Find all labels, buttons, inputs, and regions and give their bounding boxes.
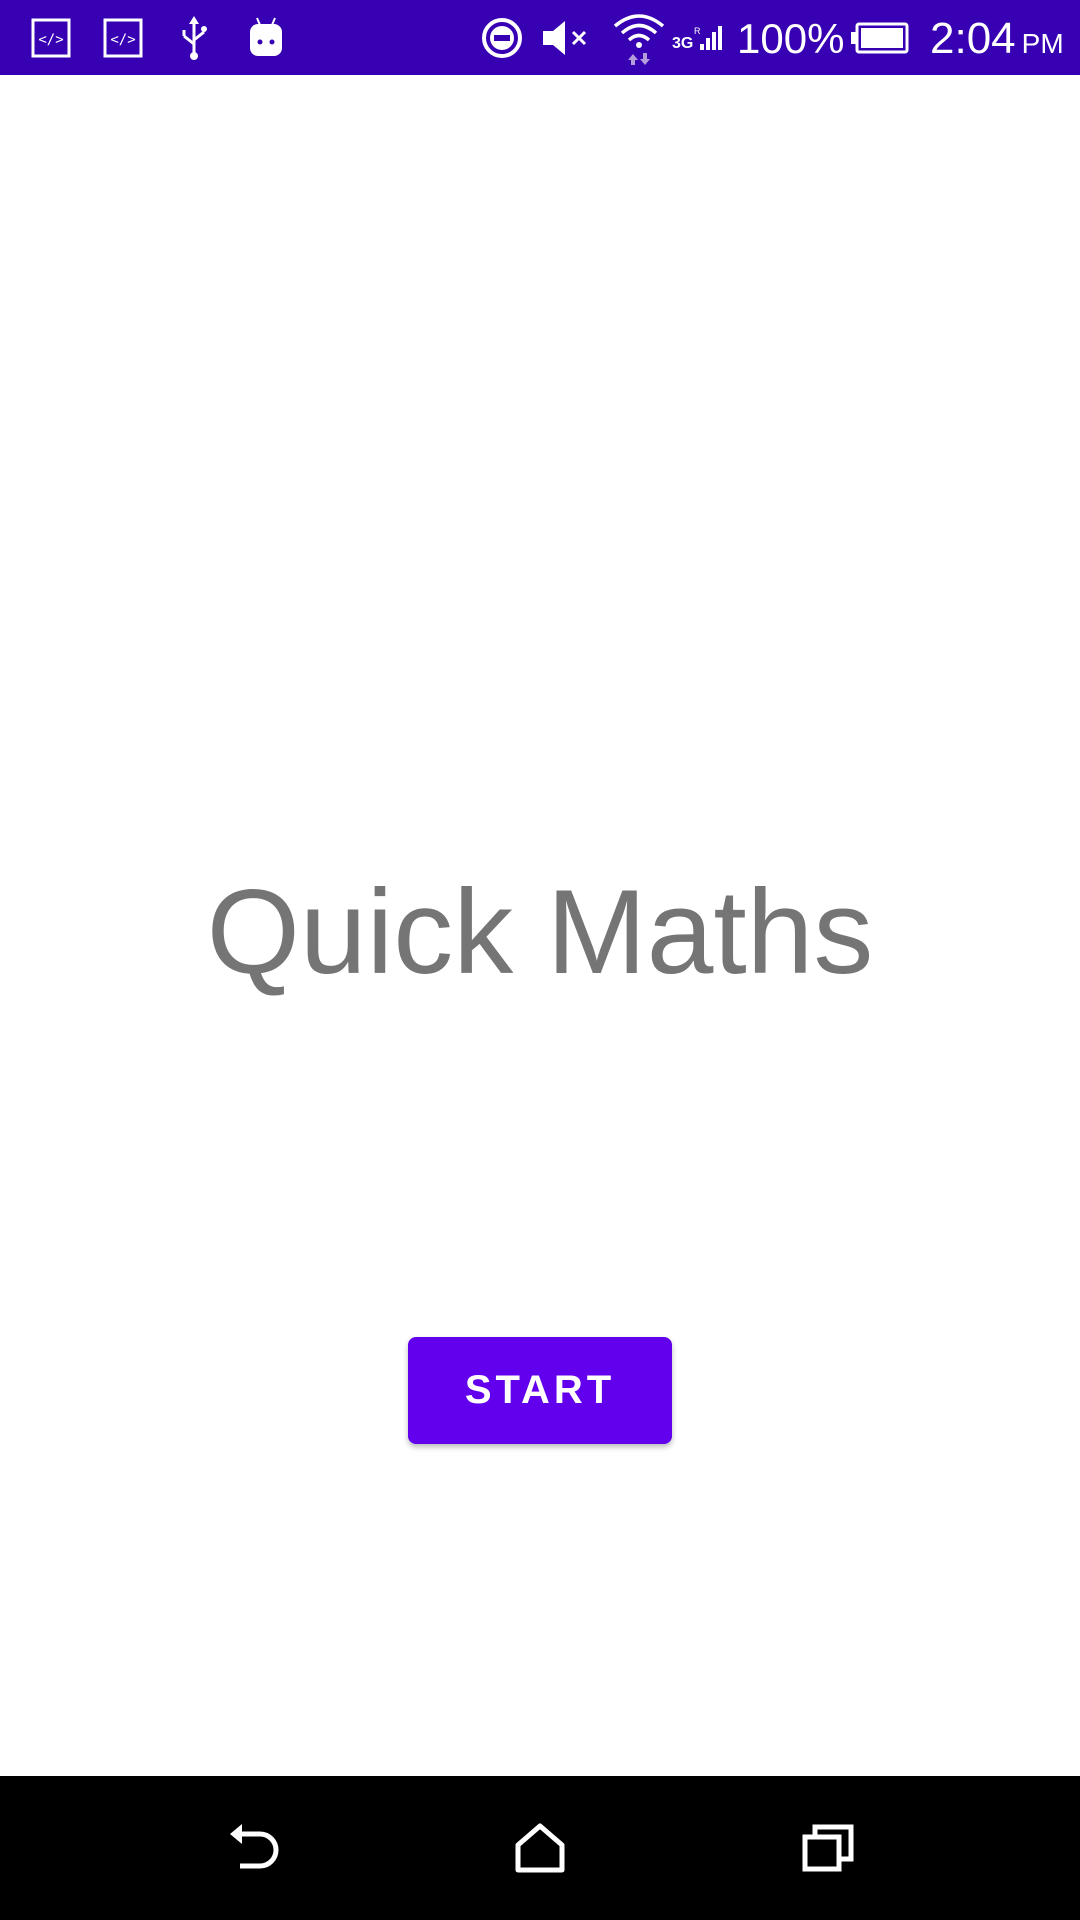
clock-time: 2:04 bbox=[930, 14, 1016, 63]
battery-percent: 100% bbox=[737, 15, 845, 62]
recents-icon[interactable] bbox=[748, 1776, 908, 1920]
battery-icon bbox=[850, 0, 910, 75]
clock-ampm: PM bbox=[1021, 28, 1064, 59]
home-icon[interactable] bbox=[460, 1776, 620, 1920]
back-icon[interactable] bbox=[174, 1776, 334, 1920]
status-bar: </> </> 3G R 100% 2:04 PM bbox=[0, 0, 1080, 75]
svg-text:</>: </> bbox=[38, 32, 63, 48]
start-button[interactable]: START bbox=[408, 1337, 672, 1444]
network-label: 3G bbox=[672, 35, 693, 52]
svg-text:</>: </> bbox=[110, 32, 135, 48]
code-icon: </> bbox=[102, 0, 144, 75]
app-title: Quick Maths bbox=[206, 865, 874, 999]
status-clock: 2:04 PM bbox=[930, 0, 1064, 75]
do-not-disturb-icon bbox=[480, 0, 524, 75]
code-icon: </> bbox=[30, 0, 72, 75]
svg-text:R: R bbox=[694, 26, 701, 36]
wifi-icon bbox=[610, 0, 668, 75]
navigation-bar bbox=[0, 1776, 1080, 1920]
android-icon bbox=[246, 0, 286, 75]
cellular-3g-signal-icon: 3G R bbox=[672, 0, 724, 75]
usb-icon bbox=[176, 0, 212, 75]
volume-muted-icon bbox=[540, 0, 596, 75]
